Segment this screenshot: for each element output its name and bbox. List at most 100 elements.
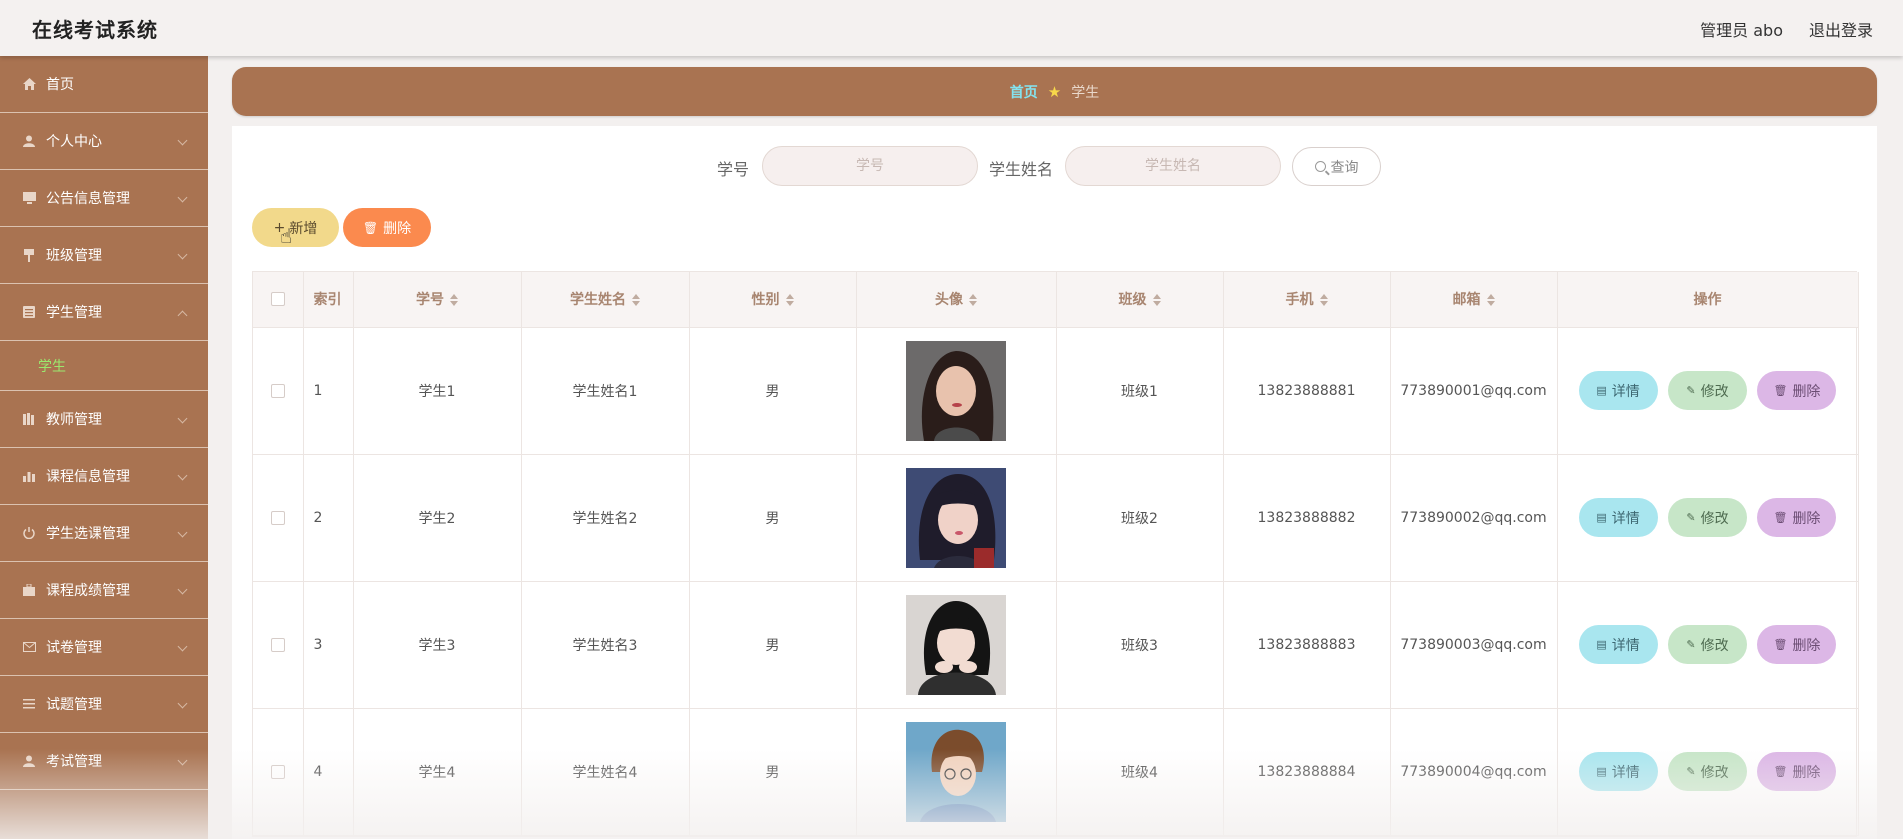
cell-phone: 13823888881 (1223, 327, 1391, 455)
batch-delete-button[interactable]: 🗑 删除 (343, 208, 431, 247)
cell-class: 班级2 (1056, 454, 1224, 582)
table-row: 3 学生3 学生姓名3 男 班级3 13823888883 773890003@… (253, 581, 1859, 709)
user-icon (22, 134, 36, 148)
student-id-input[interactable] (762, 146, 978, 186)
sidebar-item-course[interactable]: 课程信息管理 (0, 448, 208, 505)
delete-row-button[interactable]: 🗑 删除 (1757, 625, 1837, 664)
chevron-down-icon (177, 755, 188, 766)
row-checkbox[interactable] (270, 510, 285, 525)
sort-icon[interactable] (969, 294, 977, 307)
mail-icon (22, 640, 36, 654)
col-label: 头像 (935, 292, 963, 309)
cell-gender: 男 (689, 708, 857, 836)
delete-row-button[interactable]: 🗑 删除 (1757, 498, 1837, 537)
detail-button[interactable]: ▤ 详情 (1578, 371, 1658, 410)
chevron-down-icon (177, 249, 188, 260)
edit-button[interactable]: ✎ 修改 (1668, 752, 1747, 791)
row-select-cell (253, 581, 304, 709)
brush-icon (22, 248, 36, 262)
col-index: 索引 (303, 272, 354, 328)
user-icon (22, 754, 36, 768)
delete-row-button[interactable]: 🗑 删除 (1757, 371, 1837, 410)
star-icon: ★ (1047, 82, 1062, 101)
cell-student-name: 学生姓名3 (521, 581, 690, 709)
col-phone[interactable]: 手机 (1223, 272, 1391, 328)
cell-actions: ▤ 详情 ✎ 修改 🗑 删除 (1557, 327, 1859, 455)
sidebar-item-grades[interactable]: 课程成绩管理 (0, 562, 208, 619)
col-avatar[interactable]: 头像 (856, 272, 1057, 328)
detail-button[interactable]: ▤ 详情 (1578, 498, 1658, 537)
sort-icon[interactable] (1486, 294, 1495, 307)
cell-student-name: 学生姓名2 (521, 454, 690, 582)
sidebar-item-home[interactable]: 首页 (0, 56, 208, 113)
chevron-down-icon (177, 192, 188, 203)
sort-icon[interactable] (785, 294, 794, 307)
sidebar-item-teacher[interactable]: 教师管理 (0, 391, 208, 448)
sidebar-item-paper[interactable]: 试卷管理 (0, 619, 208, 676)
breadcrumb: 首页 ★ 学生 (232, 67, 1877, 116)
home-icon (22, 77, 36, 91)
sidebar-item-student[interactable]: 学生管理 (0, 284, 208, 341)
sidebar-subitem-student[interactable]: 学生 (0, 341, 208, 391)
detail-label: 详情 (1611, 637, 1640, 654)
col-label: 性别 (751, 292, 780, 309)
sort-icon[interactable] (632, 294, 640, 307)
logout-button[interactable]: 退出登录 (1809, 17, 1873, 41)
select-all-checkbox[interactable] (270, 292, 285, 307)
row-checkbox[interactable] (270, 764, 285, 779)
edit-button[interactable]: ✎ 修改 (1668, 625, 1747, 664)
user-label: 管理员 abo (1700, 21, 1783, 40)
chevron-down-icon (177, 135, 188, 146)
delete-row-button[interactable]: 🗑 删除 (1757, 752, 1837, 791)
trash-icon: 🗑 (1773, 384, 1788, 397)
col-email[interactable]: 邮箱 (1390, 272, 1558, 328)
sort-icon[interactable] (450, 294, 458, 307)
add-button[interactable]: + 新增 (252, 208, 339, 247)
avatar[interactable] (906, 721, 1006, 822)
sidebar-item-notice[interactable]: 公告信息管理 (0, 170, 208, 227)
sidebar-item-question[interactable]: 试题管理 (0, 676, 208, 733)
detail-button[interactable]: ▤ 详情 (1578, 752, 1658, 791)
cell-student-id: 学生4 (353, 708, 522, 836)
table-row: 4 学生4 学生姓名4 男 班级4 13823888884 773890004@… (253, 708, 1859, 836)
sidebar-item-label: 学生管理 (46, 305, 102, 321)
row-checkbox[interactable] (270, 637, 285, 652)
student-name-input[interactable] (1065, 146, 1281, 186)
sidebar: 首页 个人中心 公告信息管理 班级管理 学生管理 学生 教师管理 课程信息管理 … (0, 56, 208, 839)
app-title: 在线考试系统 (32, 18, 158, 42)
sort-icon[interactable] (1319, 294, 1328, 307)
select-all-cell (253, 272, 304, 328)
cell-email: 773890001@qq.com (1390, 327, 1558, 455)
search-bar: 学号 学生姓名 查询 (232, 146, 1877, 186)
col-student-name[interactable]: 学生姓名 (521, 272, 690, 328)
col-class[interactable]: 班级 (1056, 272, 1224, 328)
avatar[interactable] (906, 467, 1006, 568)
delete-button-label: 删除 (383, 220, 412, 237)
avatar[interactable] (906, 594, 1006, 695)
breadcrumb-home[interactable]: 首页 (1010, 82, 1038, 102)
edit-button[interactable]: ✎ 修改 (1668, 371, 1747, 410)
row-checkbox[interactable] (270, 383, 285, 398)
breadcrumb-current: 学生 (1071, 84, 1100, 101)
sidebar-item-class[interactable]: 班级管理 (0, 227, 208, 284)
sidebar-item-course-selection[interactable]: 学生选课管理 (0, 505, 208, 562)
col-student-id[interactable]: 学号 (353, 272, 522, 328)
cell-student-id: 学生3 (353, 581, 522, 709)
search-button[interactable]: 查询 (1292, 147, 1381, 186)
cell-index: 1 (303, 327, 354, 455)
sidebar-item-label: 课程信息管理 (46, 469, 130, 485)
edit-button[interactable]: ✎ 修改 (1668, 498, 1747, 537)
sidebar-item-personal-center[interactable]: 个人中心 (0, 113, 208, 170)
avatar[interactable] (906, 340, 1006, 441)
trash-icon: 🗑 (1773, 765, 1788, 778)
col-gender[interactable]: 性别 (689, 272, 857, 328)
sidebar-item-exam[interactable]: 考试管理 (0, 733, 208, 790)
sidebar-item-label: 学生选课管理 (46, 526, 130, 542)
detail-button[interactable]: ▤ 详情 (1578, 625, 1658, 664)
power-icon (22, 526, 36, 540)
sort-icon[interactable] (1152, 294, 1161, 307)
chart-icon (22, 469, 36, 483)
delete-label: 删除 (1792, 637, 1821, 654)
col-label: 手机 (1285, 292, 1314, 309)
edit-label: 修改 (1700, 510, 1729, 527)
